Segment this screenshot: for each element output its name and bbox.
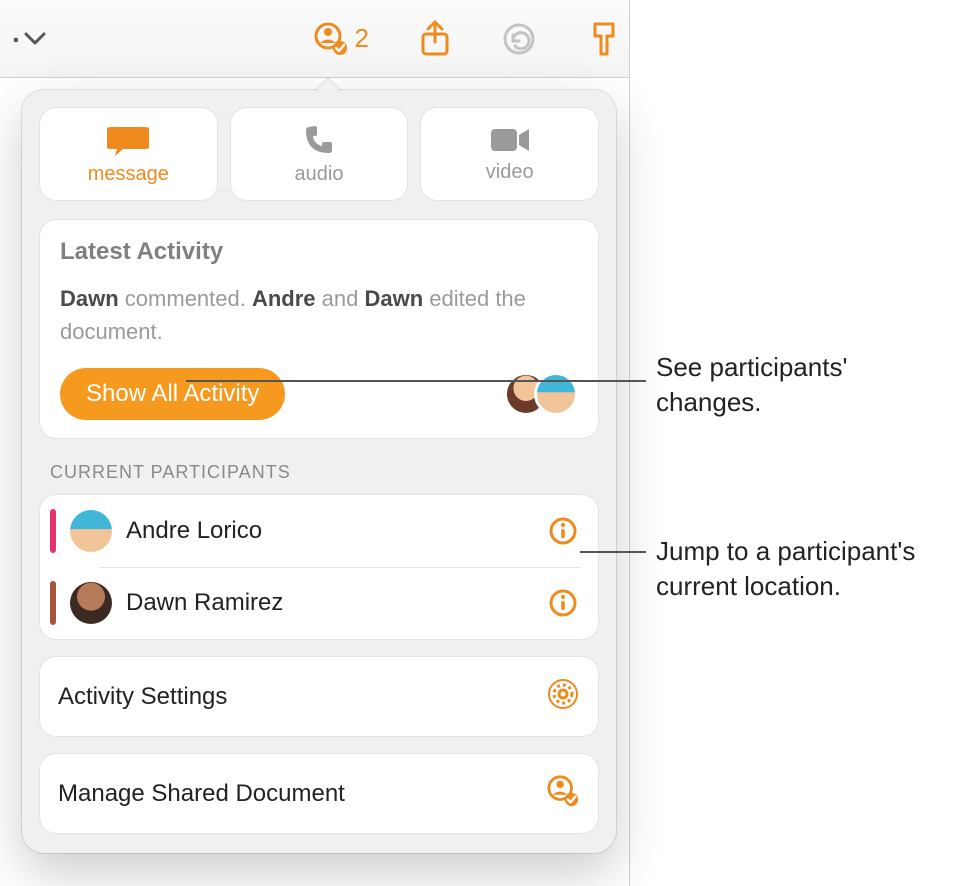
show-all-activity-button[interactable]: Show All Activity (60, 368, 285, 420)
avatar (70, 510, 112, 552)
participant-row[interactable]: Dawn Ramirez (40, 567, 598, 639)
latest-activity-card: Latest Activity Dawn commented. Andre an… (40, 220, 598, 438)
activity-avatar-stack (504, 372, 578, 416)
latest-activity-title: Latest Activity (60, 238, 578, 266)
collaborate-icon (546, 774, 580, 813)
participant-name: Andre Lorico (126, 517, 532, 545)
participant-color (50, 581, 56, 625)
tab-message[interactable]: message (40, 108, 217, 200)
tab-video[interactable]: video (421, 108, 598, 200)
toolbar-dot: . (12, 17, 20, 49)
avatar (70, 582, 112, 624)
tab-audio[interactable]: audio (231, 108, 408, 200)
manage-shared-document-row[interactable]: Manage Shared Document (40, 754, 598, 833)
callout-line (580, 551, 646, 553)
info-icon[interactable] (546, 586, 580, 620)
share-button[interactable] (419, 20, 451, 58)
gear-icon (546, 677, 580, 716)
participants-list: Andre Lorico Dawn Ramirez (40, 495, 598, 639)
collaboration-popover: message audio video Latest Activity Dawn… (22, 90, 616, 853)
activity-settings-row[interactable]: Activity Settings (40, 657, 598, 736)
callout-line (186, 380, 646, 382)
toolbar-center: 2 (313, 20, 617, 58)
collaborate-button[interactable]: 2 (313, 21, 369, 57)
participant-row[interactable]: Andre Lorico (40, 495, 598, 567)
participant-color (50, 509, 56, 553)
undo-button[interactable] (501, 21, 537, 57)
manage-shared-label: Manage Shared Document (58, 780, 345, 808)
chevron-down-icon[interactable] (24, 32, 46, 46)
activity-settings-label: Activity Settings (58, 683, 227, 711)
callout-text: See participants' changes. (656, 350, 936, 420)
avatar (534, 372, 578, 416)
callout-text: Jump to a participant's current location… (656, 534, 966, 604)
info-icon[interactable] (546, 514, 580, 548)
communication-tabs: message audio video (40, 108, 598, 200)
toolbar-left-group: . (12, 23, 46, 55)
latest-activity-text: Dawn commented. Andre and Dawn edited th… (60, 282, 578, 348)
toolbar: . 2 (0, 0, 630, 78)
participant-name: Dawn Ramirez (126, 589, 532, 617)
collaborate-count: 2 (355, 23, 369, 54)
tab-audio-label: audio (295, 163, 344, 186)
current-participants-heading: CURRENT PARTICIPANTS (50, 462, 588, 483)
tab-video-label: video (486, 161, 534, 184)
tab-message-label: message (88, 163, 169, 186)
format-brush-button[interactable] (587, 20, 621, 58)
